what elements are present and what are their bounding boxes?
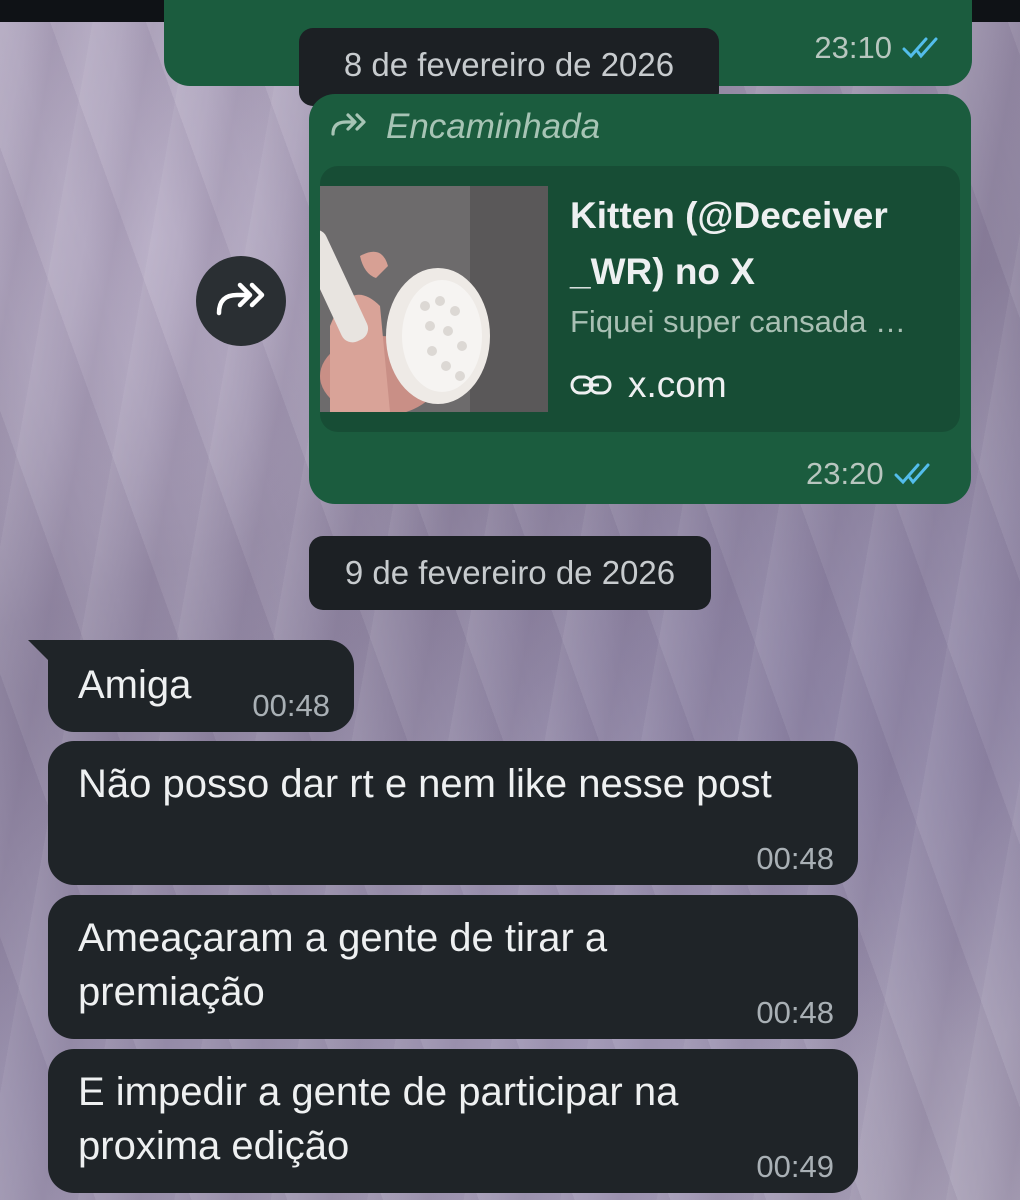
link-preview-thumbnail	[320, 186, 548, 412]
share-forward-icon	[213, 279, 269, 324]
link-preview-title-line: Kitten (@Deceiver	[570, 195, 888, 236]
double-check-icon	[902, 36, 946, 60]
incoming-message-bubble[interactable]: Ameaçaram a gente de tirar a premiação 0…	[48, 895, 858, 1039]
message-text: Amiga	[78, 663, 192, 707]
link-icon	[570, 364, 612, 406]
incoming-message-bubble[interactable]: Não posso dar rt e nem like nesse post 0…	[48, 741, 858, 885]
message-time: 23:20	[806, 456, 884, 491]
message-text: Não posso dar rt e nem like nesse post	[78, 762, 772, 806]
message-meta: 23:20	[806, 456, 938, 492]
link-domain-text: x.com	[628, 364, 727, 405]
link-preview-description: Fiquei super cansada …	[570, 304, 907, 339]
message-text: E impedir a gente de participar na proxi…	[78, 1070, 679, 1168]
forwarded-text: Encaminhada	[386, 107, 601, 146]
message-time: 00:48	[252, 688, 330, 723]
double-check-icon	[894, 462, 938, 486]
date-label: 9 de fevereiro de 2026	[344, 554, 676, 591]
message-time: 00:48	[756, 995, 834, 1030]
message-text: Ameaçaram a gente de tirar a premiação	[78, 916, 608, 1014]
incoming-message-bubble[interactable]: E impedir a gente de participar na proxi…	[48, 1049, 858, 1193]
message-time: 00:48	[756, 841, 834, 876]
share-forward-button[interactable]	[196, 256, 286, 346]
message-meta: 23:10	[814, 30, 946, 66]
message-time: 23:10	[814, 30, 892, 65]
forward-icon	[330, 107, 368, 147]
incoming-message-bubble[interactable]: Amiga 00:48	[48, 640, 354, 732]
forwarded-label: Encaminhada	[330, 107, 600, 147]
link-preview-domain[interactable]: x.com	[570, 364, 727, 406]
link-preview-title-line: _WR) no X	[570, 251, 755, 292]
message-time: 00:49	[756, 1149, 834, 1184]
date-label: 8 de fevereiro de 2026	[343, 46, 675, 83]
bubble-tail	[28, 640, 50, 662]
date-separator: 9 de fevereiro de 2026	[309, 536, 711, 610]
link-preview-title: Kitten (@Deceiver _WR) no X	[570, 188, 950, 300]
link-preview-card[interactable]: Kitten (@Deceiver _WR) no X Fiquei super…	[320, 166, 960, 432]
